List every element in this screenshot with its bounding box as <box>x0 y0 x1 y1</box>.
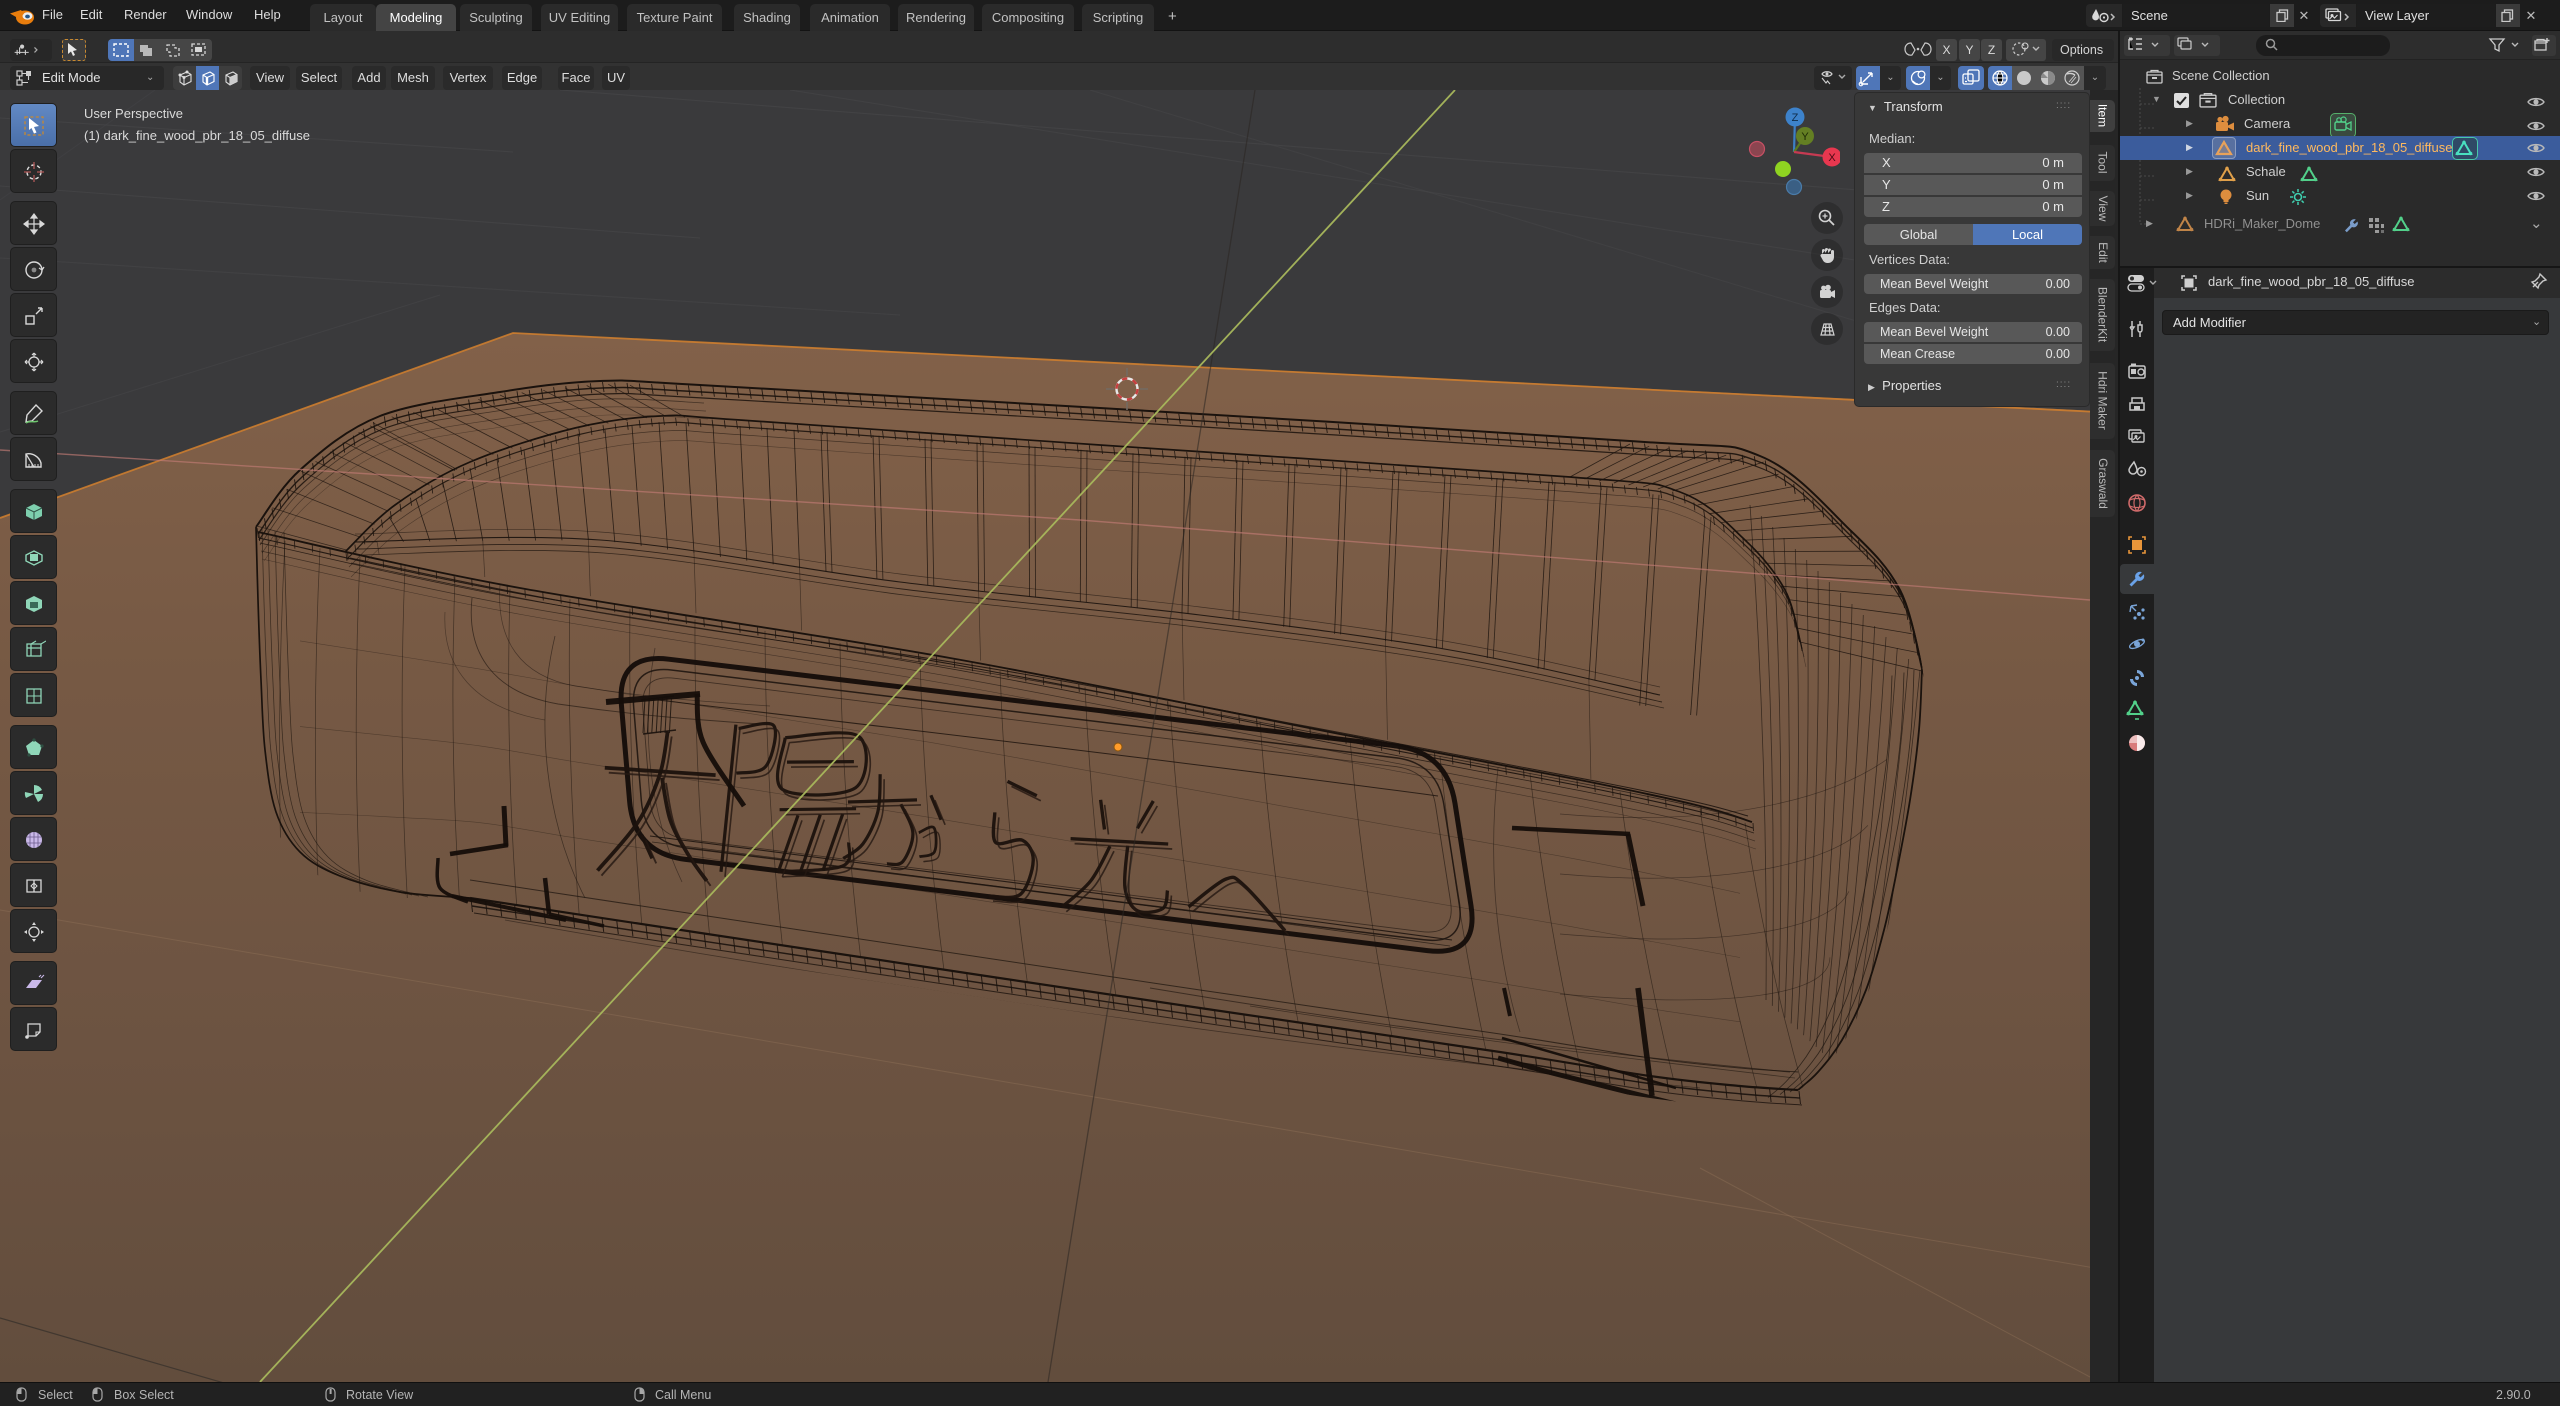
svg-text:X: X <box>1828 152 1836 164</box>
svg-text:Y: Y <box>1801 131 1809 143</box>
svg-text:Z: Z <box>1792 112 1799 124</box>
